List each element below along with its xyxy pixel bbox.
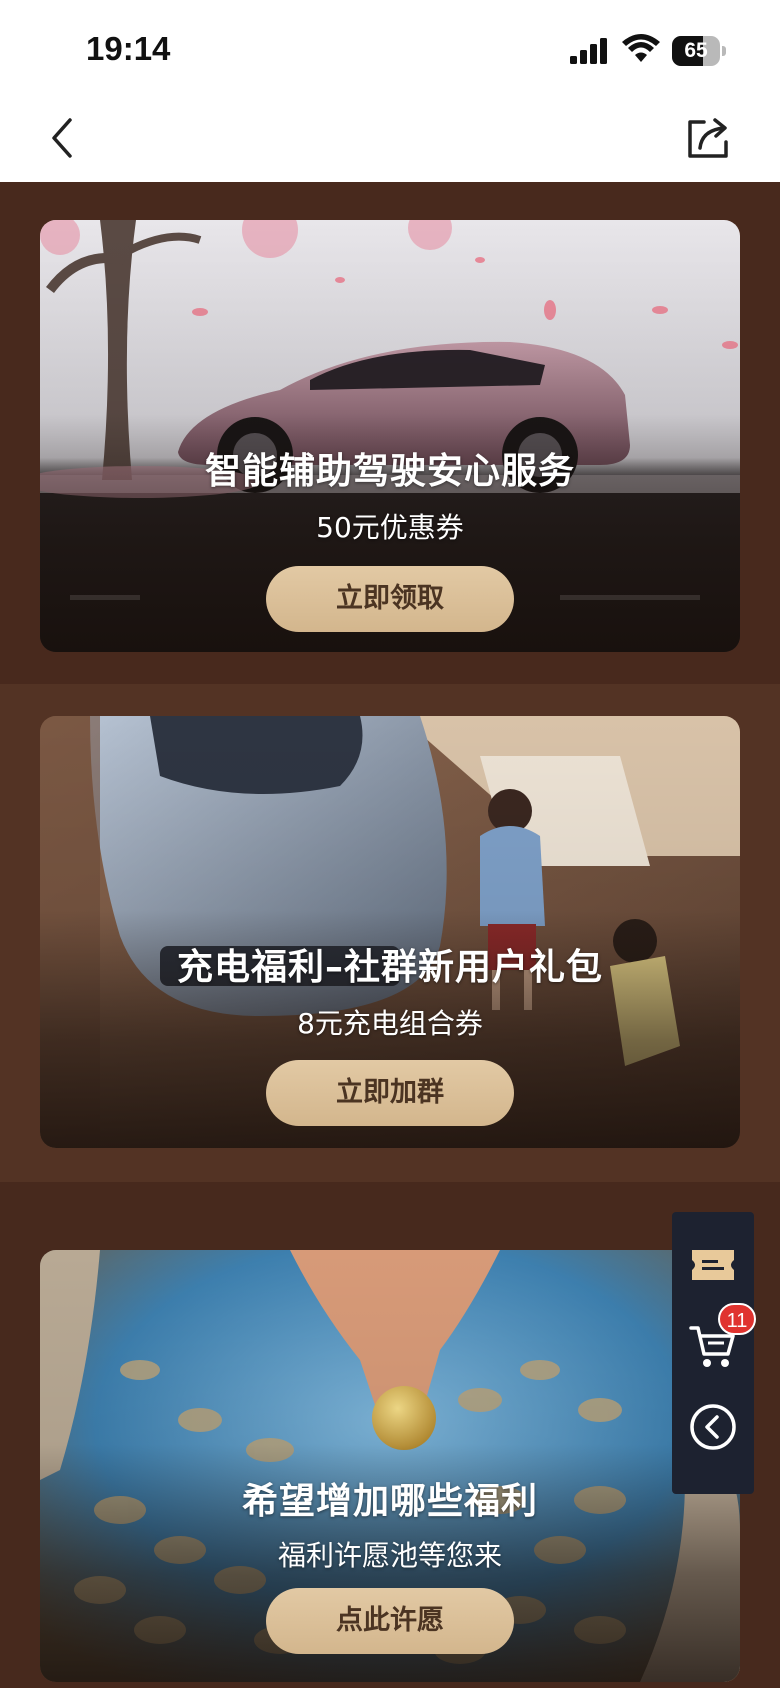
benefit-section-3: 希望增加哪些福利 福利许愿池等您来 点此许愿	[0, 1182, 780, 1688]
benefit-section-1: 智能辅助驾驶安心服务 50元优惠券 立即领取	[0, 182, 780, 684]
join-group-button[interactable]: 立即加群	[266, 1060, 514, 1126]
claim-now-button[interactable]: 立即领取	[266, 566, 514, 632]
benefit-card[interactable]: 希望增加哪些福利 福利许愿池等您来 点此许愿	[40, 1250, 740, 1682]
cart-count-badge: 11	[718, 1303, 756, 1335]
status-time: 19:14	[86, 30, 171, 67]
share-icon[interactable]	[684, 114, 732, 162]
make-wish-button[interactable]: 点此许愿	[266, 1588, 514, 1654]
battery-level: 65	[684, 39, 708, 62]
chevron-left-icon[interactable]	[44, 114, 80, 162]
top-bar: 19:14 65	[0, 0, 780, 182]
back-circle-icon[interactable]	[688, 1402, 738, 1452]
coupon-icon[interactable]	[688, 1240, 738, 1290]
benefit-card[interactable]: 充电福利–社群新用户礼包 8元充电组合券 立即加群	[40, 716, 740, 1148]
benefit-section-2: 充电福利–社群新用户礼包 8元充电组合券 立即加群	[0, 684, 780, 1182]
battery-indicator: 65	[672, 36, 726, 66]
card-subtitle: 50元优惠券	[316, 511, 464, 544]
cellular-signal-icon	[570, 38, 607, 64]
card-title: 充电福利–社群新用户礼包	[176, 947, 603, 988]
floating-side-panel	[672, 1212, 754, 1494]
card-subtitle: 8元充电组合券	[297, 1007, 483, 1040]
benefit-card[interactable]: 智能辅助驾驶安心服务 50元优惠券 立即领取	[40, 220, 740, 652]
card-title: 希望增加哪些福利	[241, 1481, 538, 1522]
card-title: 智能辅助驾驶安心服务	[204, 451, 575, 492]
card-subtitle: 福利许愿池等您来	[277, 1539, 502, 1572]
wifi-icon	[622, 34, 660, 62]
